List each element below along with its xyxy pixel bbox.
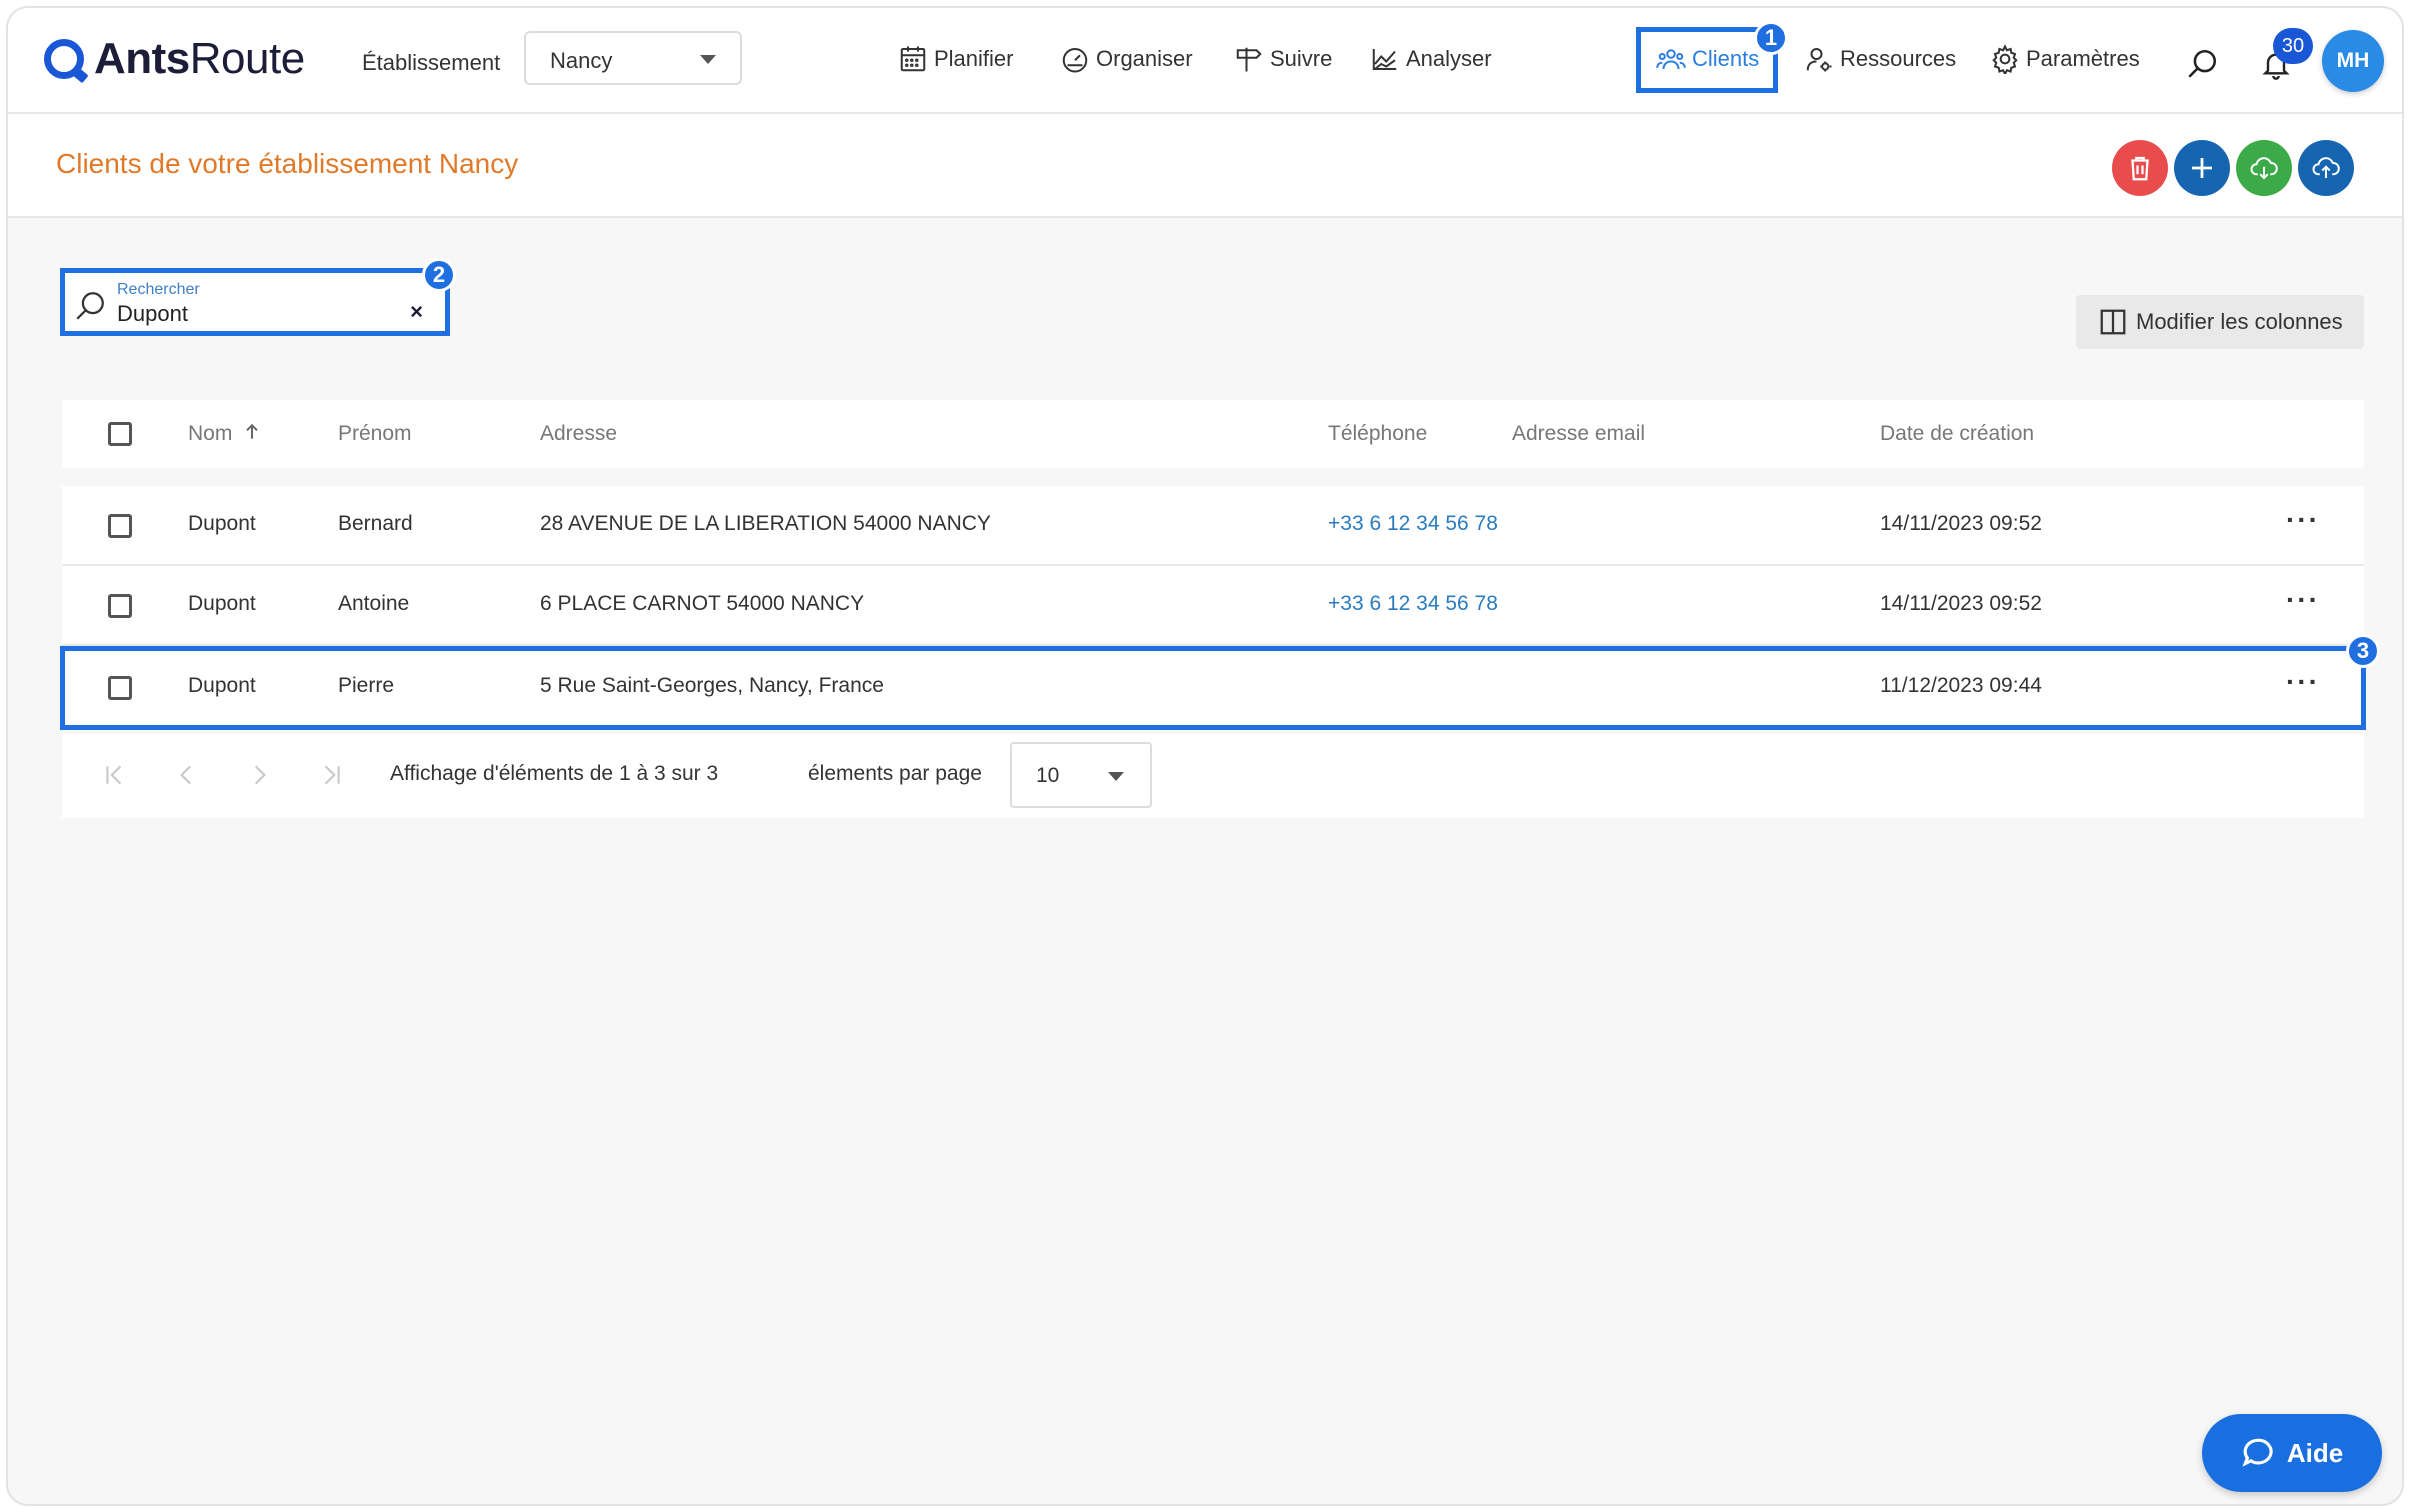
column-header-label: Nom xyxy=(188,422,233,445)
annotation-badge-1: 1 xyxy=(1754,21,1788,55)
upload-button[interactable] xyxy=(2298,140,2354,196)
nav-planifier[interactable]: Planifier xyxy=(898,32,1013,86)
add-client-button[interactable] xyxy=(2174,140,2230,196)
row-checkbox[interactable] xyxy=(108,514,132,538)
nav-label: Clients xyxy=(1692,46,1760,71)
delete-button[interactable] xyxy=(2112,140,2168,196)
brand-bold: Ants xyxy=(94,34,190,83)
cell-adresse: 28 AVENUE DE LA LIBERATION 54000 NANCY xyxy=(540,512,991,535)
cell-prenom: Antoine xyxy=(338,592,410,615)
search-button[interactable] xyxy=(2184,46,2220,82)
download-button[interactable] xyxy=(2236,140,2292,196)
chart-icon xyxy=(1372,49,1397,70)
row-menu-icon[interactable]: ··· xyxy=(2286,504,2320,536)
per-page-value: 10 xyxy=(1036,764,1060,787)
nav-label: Organiser xyxy=(1096,46,1193,71)
column-header-email[interactable]: Adresse email xyxy=(1512,422,1645,446)
table-header: Nom Prénom Adresse Téléphone Adresse ema… xyxy=(62,400,2364,468)
gear-icon xyxy=(1992,44,2018,74)
previous-page-icon[interactable] xyxy=(174,762,200,788)
etablissement-value: Nancy xyxy=(550,48,613,73)
search-icon xyxy=(2188,49,2217,78)
row-highlight xyxy=(60,646,2366,730)
cell-telephone-link[interactable]: +33 6 12 34 56 78 xyxy=(1328,592,1498,616)
annotation-badge-3: 3 xyxy=(2346,634,2380,668)
cell-nom: Dupont xyxy=(188,592,256,615)
arrow-up-icon xyxy=(246,423,258,439)
page-title: Clients de votre établissement Nancy xyxy=(56,148,519,179)
cell-date: 14/11/2023 09:52 xyxy=(1880,592,2042,615)
table-row[interactable]: Dupont Bernard 28 AVENUE DE LA LIBERATIO… xyxy=(62,486,2364,566)
help-button[interactable]: Aide xyxy=(2202,1414,2382,1492)
cloud-upload-icon xyxy=(2312,157,2340,178)
chevron-down-icon xyxy=(1108,772,1124,781)
search-field[interactable]: Rechercher Dupont × xyxy=(60,268,450,336)
column-header-date[interactable]: Date de création xyxy=(1880,422,2034,446)
speedometer-icon xyxy=(1062,48,1088,73)
logo-mark-icon xyxy=(44,39,84,79)
nav-clients[interactable]: Clients xyxy=(1656,32,1759,86)
cell-nom: Dupont xyxy=(188,512,256,535)
users-icon xyxy=(1656,49,1686,70)
annotation-badge-2: 2 xyxy=(422,258,456,292)
pagination-bar: Affichage d'éléments de 1 à 3 sur 3 élem… xyxy=(62,734,2364,818)
nav-label: Suivre xyxy=(1270,46,1333,71)
nav-label: Ressources xyxy=(1840,46,1957,71)
columns-icon xyxy=(2100,309,2126,335)
nav-label: Analyser xyxy=(1406,46,1492,71)
search-input[interactable]: Dupont xyxy=(117,301,188,327)
antsroute-logo[interactable]: AntsRoute xyxy=(44,34,305,84)
first-page-icon[interactable] xyxy=(102,762,128,788)
cell-prenom: Bernard xyxy=(338,512,413,535)
last-page-icon[interactable] xyxy=(318,762,344,788)
search-icon xyxy=(76,292,104,320)
modify-columns-button[interactable]: Modifier les colonnes xyxy=(2076,295,2364,349)
row-checkbox[interactable] xyxy=(108,594,132,618)
column-header-nom[interactable]: Nom xyxy=(188,422,262,446)
cell-telephone-link[interactable]: +33 6 12 34 56 78 xyxy=(1328,512,1498,536)
chat-bubble-icon xyxy=(2242,1438,2273,1467)
pagination-summary: Affichage d'éléments de 1 à 3 sur 3 xyxy=(390,762,719,785)
page-title-bar: Clients de votre établissement Nancy xyxy=(8,114,2402,218)
cloud-download-icon xyxy=(2250,157,2278,180)
etablissement-select[interactable]: Nancy xyxy=(524,31,742,85)
calendar-icon xyxy=(900,46,926,72)
next-page-icon[interactable] xyxy=(246,762,272,788)
nav-analyser[interactable]: Analyser xyxy=(1370,32,1492,86)
clear-search-icon[interactable]: × xyxy=(410,299,423,325)
top-navigation-bar: AntsRoute Établissement Nancy Planifier … xyxy=(8,8,2402,114)
cell-date: 14/11/2023 09:52 xyxy=(1880,512,2042,535)
app-window: AntsRoute Établissement Nancy Planifier … xyxy=(6,6,2404,1506)
nav-parametres[interactable]: Paramètres xyxy=(1990,32,2140,86)
per-page-label: élements par page xyxy=(808,762,982,785)
column-header-telephone[interactable]: Téléphone xyxy=(1328,422,1427,446)
notifications-count-badge: 30 xyxy=(2273,28,2313,64)
nav-suivre[interactable]: Suivre xyxy=(1234,32,1332,86)
user-avatar[interactable]: MH xyxy=(2322,30,2384,92)
column-header-prenom[interactable]: Prénom xyxy=(338,422,412,446)
signpost-icon xyxy=(1236,47,1262,72)
select-all-checkbox[interactable] xyxy=(108,422,132,446)
column-header-adresse[interactable]: Adresse xyxy=(540,422,617,446)
chevron-down-icon xyxy=(700,55,716,64)
user-gear-icon xyxy=(1806,48,1832,72)
modify-columns-label: Modifier les colonnes xyxy=(2136,309,2343,334)
nav-label: Paramètres xyxy=(2026,46,2140,71)
nav-ressources[interactable]: Ressources xyxy=(1804,32,1956,86)
nav-organiser[interactable]: Organiser xyxy=(1060,32,1193,86)
nav-label: Planifier xyxy=(934,46,1014,71)
cell-adresse: 6 PLACE CARNOT 54000 NANCY xyxy=(540,592,865,615)
per-page-select[interactable]: 10 xyxy=(1010,742,1152,808)
row-menu-icon[interactable]: ··· xyxy=(2286,584,2320,616)
table-row[interactable]: Dupont Antoine 6 PLACE CARNOT 54000 NANC… xyxy=(62,566,2364,646)
search-label: Rechercher xyxy=(117,281,200,298)
brand-light: Route xyxy=(189,34,305,83)
trash-icon xyxy=(2131,156,2149,181)
help-label: Aide xyxy=(2286,1437,2344,1468)
plus-icon xyxy=(2192,158,2212,178)
etablissement-label: Établissement xyxy=(362,50,501,75)
